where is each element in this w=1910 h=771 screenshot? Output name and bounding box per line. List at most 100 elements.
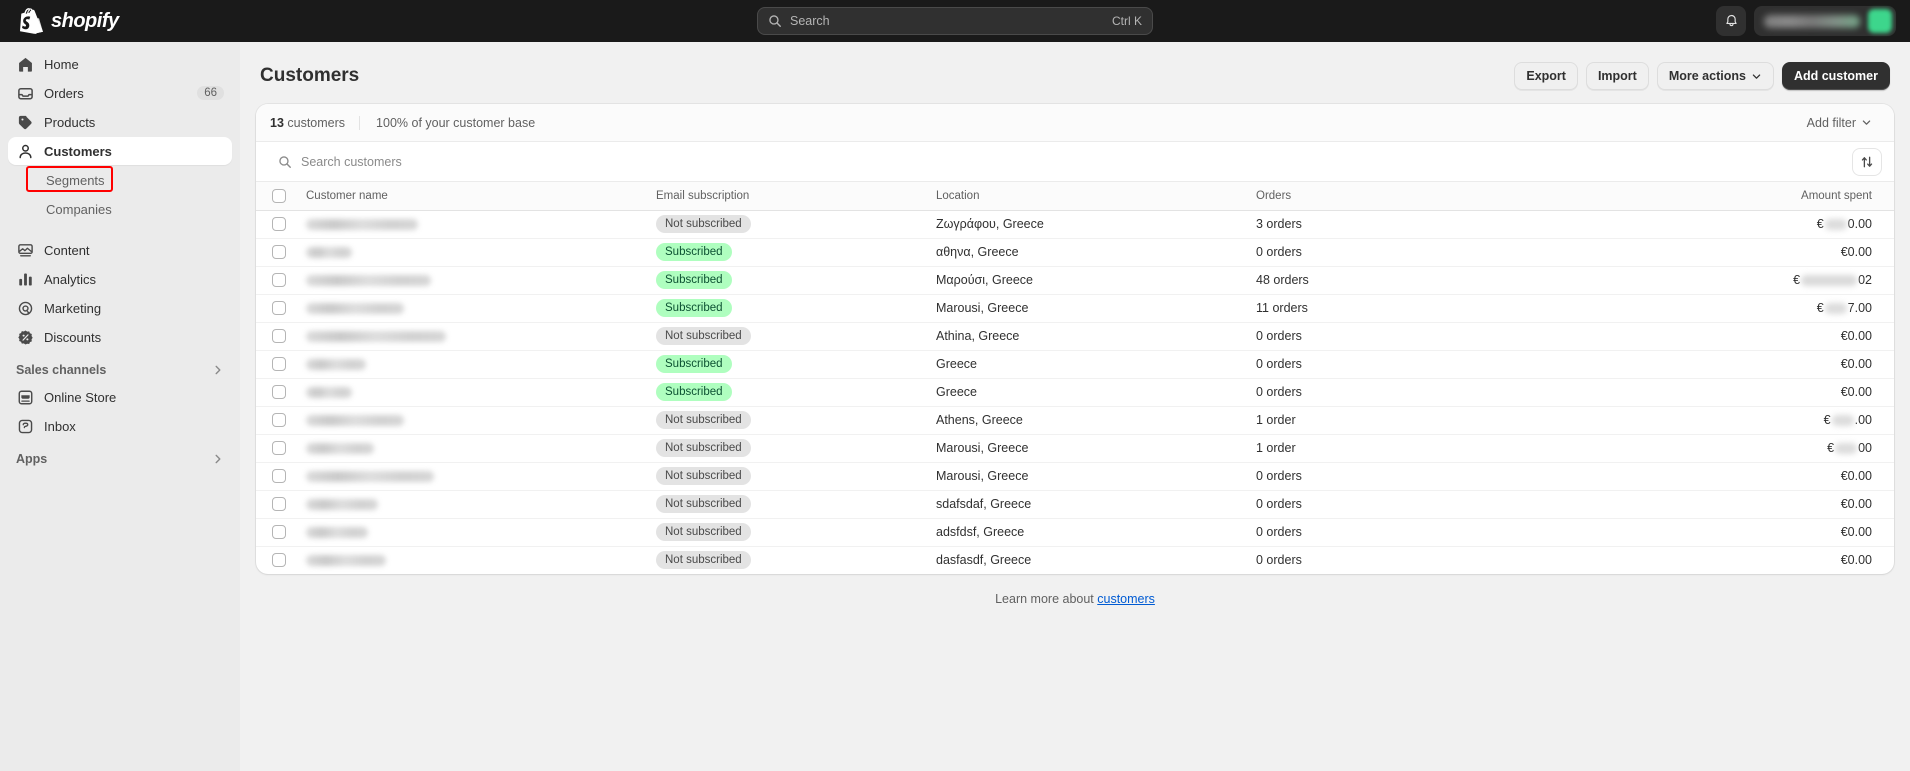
- more-actions-button[interactable]: More actions: [1656, 62, 1774, 90]
- customer-count-chip[interactable]: 13 customers: [270, 115, 361, 130]
- sidebar-item-content[interactable]: Content: [8, 236, 232, 264]
- table-row[interactable]: Subscribed Greece 0 orders €0.00: [256, 350, 1894, 379]
- notifications-button[interactable]: [1716, 6, 1746, 36]
- table-row[interactable]: Not subscribed Marousi, Greece 0 orders €0.…: [256, 462, 1894, 491]
- row-checkbox[interactable]: [272, 553, 286, 568]
- customer-base-chip[interactable]: 100% of your customer base: [360, 116, 551, 130]
- sidebar-item-marketing[interactable]: Marketing: [8, 294, 232, 322]
- customer-name-cell[interactable]: [298, 490, 648, 519]
- customer-name-cell[interactable]: [298, 294, 648, 323]
- sort-button[interactable]: [1852, 147, 1882, 176]
- table-row[interactable]: Subscribed Μαρούσι, Greece 48 orders €02: [256, 266, 1894, 295]
- main-content: Customers Export Import More actions Add…: [240, 42, 1910, 771]
- customers-help-link[interactable]: customers: [1097, 592, 1155, 606]
- customer-name-cell[interactable]: [298, 266, 648, 295]
- column-customer-name[interactable]: Customer name: [298, 182, 648, 211]
- subscription-status-badge: Subscribed: [656, 299, 732, 317]
- location-cell: Greece: [928, 350, 1248, 379]
- email-subscription-cell: Not subscribed: [648, 210, 928, 239]
- add-customer-button[interactable]: Add customer: [1781, 62, 1890, 90]
- row-checkbox[interactable]: [272, 245, 286, 259]
- shopify-logo[interactable]: shopify: [0, 8, 240, 34]
- table-row[interactable]: Subscribed Greece 0 orders €0.00: [256, 378, 1894, 407]
- column-amount-spent[interactable]: Amount spent: [1568, 182, 1894, 211]
- row-checkbox[interactable]: [272, 329, 286, 343]
- column-orders[interactable]: Orders: [1248, 182, 1568, 211]
- subscription-status-badge: Subscribed: [656, 243, 732, 261]
- email-subscription-cell: Not subscribed: [648, 518, 928, 547]
- table-row[interactable]: Not subscribed Athens, Greece 1 order € .00: [256, 406, 1894, 435]
- sidebar-item-orders[interactable]: Orders 66: [8, 79, 232, 107]
- customer-name-cell[interactable]: [298, 350, 648, 379]
- customer-name-cell[interactable]: [298, 434, 648, 463]
- global-search-box[interactable]: Search Ctrl K: [757, 7, 1153, 35]
- customer-name-cell[interactable]: [298, 518, 648, 547]
- orders-cell: 48 orders: [1248, 266, 1568, 295]
- sidebar-item-discounts[interactable]: Discounts: [8, 323, 232, 351]
- row-checkbox[interactable]: [272, 413, 286, 427]
- email-subscription-cell: Subscribed: [648, 266, 928, 295]
- amount-spent-cell: €0.00: [1568, 322, 1894, 351]
- table-row[interactable]: Not subscribed Ζωγράφου, Greece 3 orders €0…: [256, 210, 1894, 239]
- customer-name-cell[interactable]: [298, 238, 648, 267]
- row-checkbox[interactable]: [272, 273, 286, 287]
- table-row[interactable]: Not subscribed Marousi, Greece 1 order €00: [256, 434, 1894, 463]
- row-checkbox[interactable]: [272, 525, 286, 539]
- row-checkbox[interactable]: [272, 217, 286, 231]
- row-checkbox[interactable]: [272, 441, 286, 455]
- location-cell: Athens, Greece: [928, 406, 1248, 435]
- table-search-row: Search customers: [256, 142, 1894, 182]
- row-checkbox[interactable]: [272, 357, 286, 371]
- customer-name-cell[interactable]: [298, 406, 648, 435]
- row-checkbox[interactable]: [272, 301, 286, 315]
- global-search[interactable]: Search Ctrl K: [757, 7, 1153, 35]
- customer-name-cell[interactable]: [298, 462, 648, 491]
- sidebar-item-home[interactable]: Home: [8, 50, 232, 78]
- sidebar-item-online-store[interactable]: Online Store: [8, 383, 232, 411]
- add-filter-label: Add filter: [1806, 115, 1856, 130]
- row-checkbox[interactable]: [272, 469, 286, 483]
- table-row[interactable]: Subscribed αθηνα, Greece 0 orders €0.00: [256, 238, 1894, 267]
- sidebar-item-products[interactable]: Products: [8, 108, 232, 136]
- customer-name-cell[interactable]: [298, 322, 648, 351]
- table-row[interactable]: Subscribed Marousi, Greece 11 orders €7.00: [256, 294, 1894, 323]
- subscription-status-badge: Subscribed: [656, 383, 732, 401]
- column-location[interactable]: Location: [928, 182, 1248, 211]
- amount-redacted: [1835, 443, 1858, 455]
- subscription-status-badge: Subscribed: [656, 355, 732, 373]
- customers-card: 13 customers 100% of your customer base …: [256, 104, 1894, 574]
- sidebar-item-inbox[interactable]: Inbox: [8, 412, 232, 440]
- sidebar-item-analytics[interactable]: Analytics: [8, 265, 232, 293]
- subscription-status-badge: Not subscribed: [656, 327, 751, 345]
- more-actions-label: More actions: [1668, 69, 1746, 83]
- location-cell: Athina, Greece: [928, 322, 1248, 351]
- table-row[interactable]: Not subscribed Athina, Greece 0 orders €0.0…: [256, 322, 1894, 351]
- amount-spent-cell: €00: [1568, 434, 1894, 463]
- orders-cell: 0 orders: [1256, 553, 1302, 568]
- customer-name-cell[interactable]: [298, 210, 648, 239]
- sidebar-item-customers[interactable]: Customers: [8, 137, 232, 165]
- select-all-checkbox[interactable]: [272, 188, 286, 203]
- customer-name-cell[interactable]: [298, 546, 648, 574]
- sidebar-item-companies[interactable]: Companies: [8, 195, 232, 223]
- table-row[interactable]: Not subscribed adsfdsf, Greece 0 orders €0.…: [256, 518, 1894, 547]
- customer-name-cell[interactable]: [298, 378, 648, 407]
- export-button[interactable]: Export: [1514, 62, 1578, 90]
- email-subscription-cell: Not subscribed: [648, 462, 928, 491]
- table-row[interactable]: Not subscribed dasfasdf, Greece 0 orders €0…: [256, 546, 1894, 574]
- orders-cell: 0 orders: [1248, 378, 1568, 407]
- shopify-wordmark: shopify: [51, 9, 119, 32]
- sidebar-section-sales-channels[interactable]: Sales channels: [8, 357, 232, 383]
- add-filter-button[interactable]: Add filter: [1799, 112, 1880, 134]
- account-menu-button[interactable]: [1754, 6, 1896, 36]
- sidebar-item-segments[interactable]: Segments: [8, 166, 232, 194]
- search-customers-input[interactable]: Search customers: [268, 147, 1844, 177]
- row-checkbox[interactable]: [272, 385, 286, 399]
- import-button[interactable]: Import: [1585, 62, 1649, 90]
- row-checkbox[interactable]: [272, 497, 286, 511]
- row-select-cell: [256, 490, 298, 519]
- column-email-subscription[interactable]: Email subscription: [648, 182, 928, 211]
- top-right-actions: [1716, 6, 1896, 36]
- sidebar-section-apps[interactable]: Apps: [8, 446, 232, 472]
- table-row[interactable]: Not subscribed sdafsdaf, Greece 0 orders €0…: [256, 490, 1894, 519]
